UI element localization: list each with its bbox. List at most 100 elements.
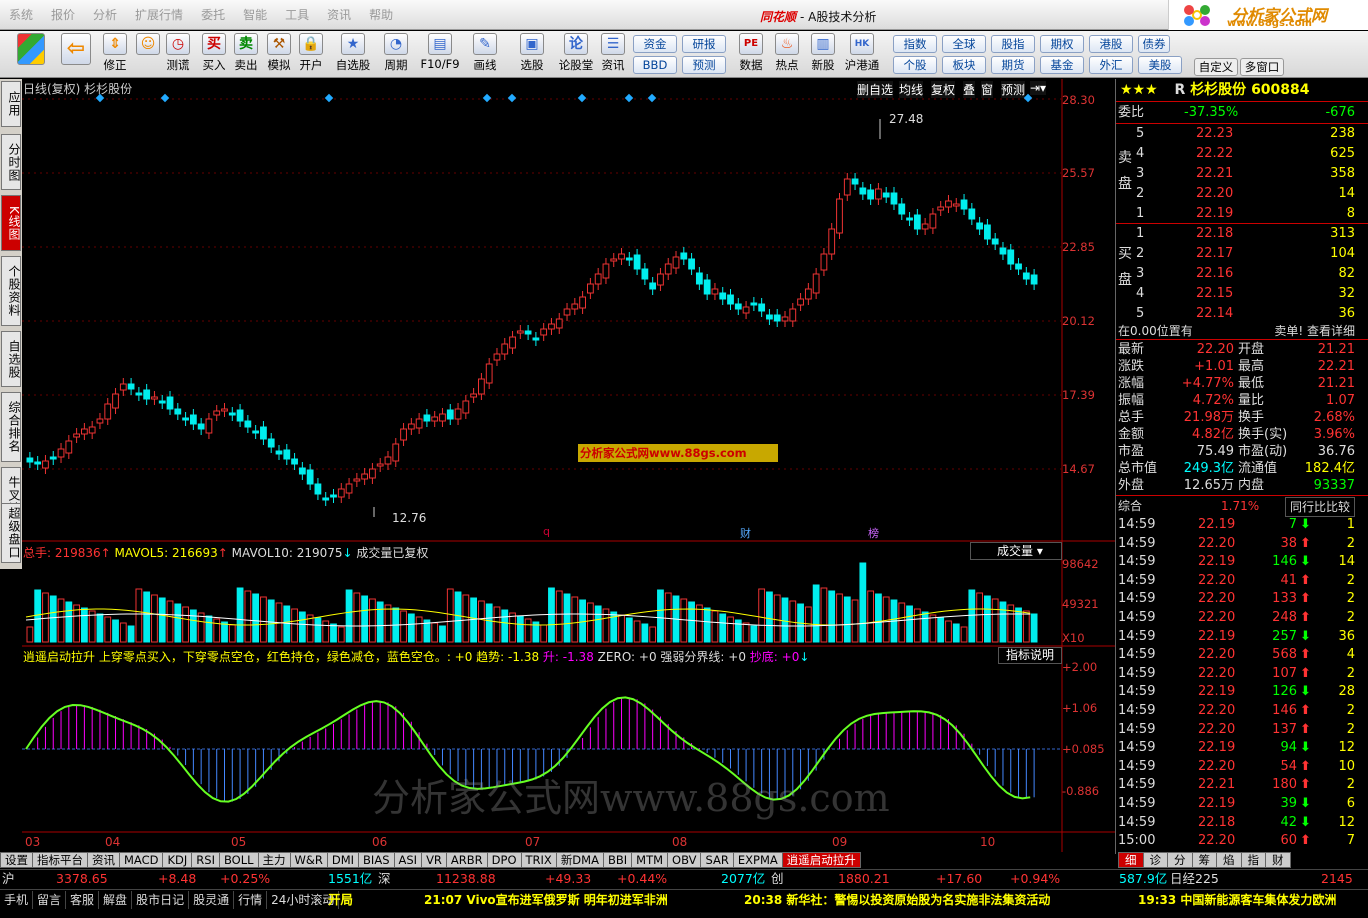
new-stock-button[interactable]: ▥ 新股 xyxy=(808,33,838,76)
indicator-tab[interactable]: 指标平台 xyxy=(32,852,88,868)
indicator-tab[interactable]: KDJ xyxy=(162,852,193,868)
bid-row[interactable]: 1 22.18 313 xyxy=(1116,225,1368,243)
quick-futures[interactable]: 期货 xyxy=(991,56,1035,74)
watchlist-button[interactable]: ★ 自选股 xyxy=(332,33,374,76)
indicator-tab[interactable]: 逍遥启动拉升 xyxy=(781,852,861,868)
menu-analysis[interactable]: 分析 xyxy=(84,6,126,23)
status-link[interactable]: 留言 xyxy=(33,891,67,909)
news-item-2[interactable]: 20:38 新华社：警惕以投资原始股为名实施非法集资活动 xyxy=(744,891,1050,909)
ask-row[interactable]: 4 22.22 625 xyxy=(1116,145,1368,163)
tab-watchlist[interactable]: 自选股 xyxy=(1,331,21,387)
panel-tab[interactable]: 分 xyxy=(1167,852,1193,868)
menu-extended[interactable]: 扩展行情 xyxy=(126,6,192,23)
sell-button[interactable]: 卖卖出 xyxy=(232,33,260,76)
indicator-tab[interactable]: OBV xyxy=(667,852,702,868)
volume-dropdown[interactable]: 成交量 ▾ xyxy=(970,542,1062,560)
hotspot-button[interactable]: ♨ 热点 xyxy=(772,33,802,76)
quick-bonds[interactable]: 债券 xyxy=(1138,35,1170,53)
bid-row[interactable]: 5 22.14 36 xyxy=(1116,305,1368,323)
event-marker-list[interactable]: 榜 xyxy=(868,525,879,541)
view-detail-link[interactable]: 卖单! 查看详细 xyxy=(1274,322,1355,340)
indicator-tab[interactable]: MACD xyxy=(119,852,164,868)
panel-tab[interactable]: 筹 xyxy=(1191,852,1217,868)
quick-stocks[interactable]: 个股 xyxy=(893,56,937,74)
tab-intraday[interactable]: 分时图 xyxy=(1,134,21,190)
buy-button[interactable]: 买买入 xyxy=(200,33,228,76)
adjust-button[interactable]: ⇕ 修正 xyxy=(100,33,130,76)
indicator-tab[interactable]: SAR xyxy=(700,852,734,868)
forum-button[interactable]: 论论股堂 xyxy=(556,33,596,76)
quick-funds[interactable]: 资金 xyxy=(633,35,677,53)
status-link[interactable]: 股市日记 xyxy=(132,891,190,909)
quick-hk[interactable]: 港股 xyxy=(1089,35,1133,53)
tab-kline[interactable]: K线图 xyxy=(1,195,21,251)
indicator-tab[interactable]: 主力 xyxy=(257,852,291,868)
indicator-tab[interactable]: W&R xyxy=(289,852,328,868)
menu-help[interactable]: 帮助 xyxy=(360,6,402,23)
multi-window-button[interactable]: 多窗口 xyxy=(1240,58,1284,76)
status-link[interactable]: 行情 xyxy=(234,891,268,909)
indicator-tab[interactable]: 资讯 xyxy=(87,852,120,868)
menu-smart[interactable]: 智能 xyxy=(234,6,276,23)
menu-tools[interactable]: 工具 xyxy=(276,6,318,23)
bid-row[interactable]: 4 22.15 32 xyxy=(1116,285,1368,303)
lie-test-button[interactable]: ☺修正 xyxy=(133,33,163,76)
panel-tab[interactable]: 诊 xyxy=(1142,852,1168,868)
news-item-3[interactable]: 19:33 中国新能源客车集体发力欧洲 xyxy=(1138,891,1336,909)
ask-row[interactable]: 1 22.19 8 xyxy=(1116,205,1368,223)
quick-funds2[interactable]: 基金 xyxy=(1040,56,1084,74)
simulate-button[interactable]: ⚒ 模拟 xyxy=(264,33,294,76)
indicator-tab[interactable]: BOLL xyxy=(218,852,259,868)
hk-connect-button[interactable]: HK 沪港通 xyxy=(842,33,882,76)
clock-button[interactable]: ◷ 测谎 xyxy=(163,33,193,76)
tab-apps[interactable]: 应用 xyxy=(1,81,21,127)
indicator-help-button[interactable]: 指标说明 xyxy=(998,647,1062,664)
panel-tab[interactable]: 细 xyxy=(1118,852,1144,868)
quick-forex[interactable]: 外汇 xyxy=(1089,56,1133,74)
quick-forecast[interactable]: 预测 xyxy=(682,56,726,74)
indicator-tab[interactable]: RSI xyxy=(191,852,220,868)
indicator-tab[interactable]: ARBR xyxy=(445,852,488,868)
status-link[interactable]: 客服 xyxy=(66,891,100,909)
ask-row[interactable]: 2 22.20 14 xyxy=(1116,185,1368,203)
indicator-tab[interactable]: VR xyxy=(421,852,447,868)
quick-stock-index[interactable]: 股指 xyxy=(991,35,1035,53)
quick-index[interactable]: 指数 xyxy=(893,35,937,53)
panel-tab[interactable]: 焰 xyxy=(1216,852,1242,868)
draw-line-button[interactable]: ✎ 画线 xyxy=(466,33,504,76)
indicator-tab[interactable]: ASI xyxy=(393,852,423,868)
panel-tab[interactable]: 指 xyxy=(1240,852,1266,868)
peer-compare-button[interactable]: 同行比比较 xyxy=(1284,497,1355,517)
tab-ranking[interactable]: 综合排名 xyxy=(1,392,21,462)
back-button[interactable]: ⇦ xyxy=(58,33,94,76)
status-link[interactable]: 手机 xyxy=(0,891,34,909)
quick-options[interactable]: 期权 xyxy=(1040,35,1084,53)
f10-button[interactable]: ▤ F10/F9 xyxy=(418,33,462,76)
quick-sectors[interactable]: 板块 xyxy=(942,56,986,74)
menu-system[interactable]: 系统 xyxy=(0,6,42,23)
panel-tab[interactable]: 财 xyxy=(1265,852,1291,868)
status-link[interactable]: 股灵通 xyxy=(189,891,235,909)
stock-picker-button[interactable]: ▣ 选股 xyxy=(512,33,552,76)
tab-stock-info[interactable]: 个股资料 xyxy=(1,256,21,326)
news-item-1[interactable]: 21:07 Vivo宣布进军俄罗斯 明年初进军非洲 xyxy=(424,891,668,909)
indicator-tab[interactable]: MTM xyxy=(631,852,669,868)
indicator-tab[interactable]: BBI xyxy=(602,852,633,868)
indicator-tab[interactable]: EXPMA xyxy=(732,852,783,868)
status-link[interactable]: 解盘 xyxy=(99,891,133,909)
quick-bbd[interactable]: BBD xyxy=(633,56,677,74)
event-marker-q[interactable]: q xyxy=(543,525,550,538)
indicator-tab[interactable]: 新DMA xyxy=(555,852,604,868)
custom-button[interactable]: 自定义 xyxy=(1194,58,1238,76)
menu-news[interactable]: 资讯 xyxy=(318,6,360,23)
indicator-tab[interactable]: TRIX xyxy=(520,852,557,868)
menu-quote[interactable]: 报价 xyxy=(42,6,84,23)
news-button[interactable]: ☰ 资讯 xyxy=(598,33,628,76)
quick-us[interactable]: 美股 xyxy=(1138,56,1182,74)
app-grid-button[interactable] xyxy=(14,33,48,76)
ask-row[interactable]: 5 22.23 238 xyxy=(1116,125,1368,143)
bid-row[interactable]: 2 22.17 104 xyxy=(1116,245,1368,263)
data-button[interactable]: PE 数据 xyxy=(736,33,766,76)
open-account-button[interactable]: 🔒 开户 xyxy=(296,33,326,76)
tab-super-order[interactable]: 超级盘口 xyxy=(1,503,21,563)
